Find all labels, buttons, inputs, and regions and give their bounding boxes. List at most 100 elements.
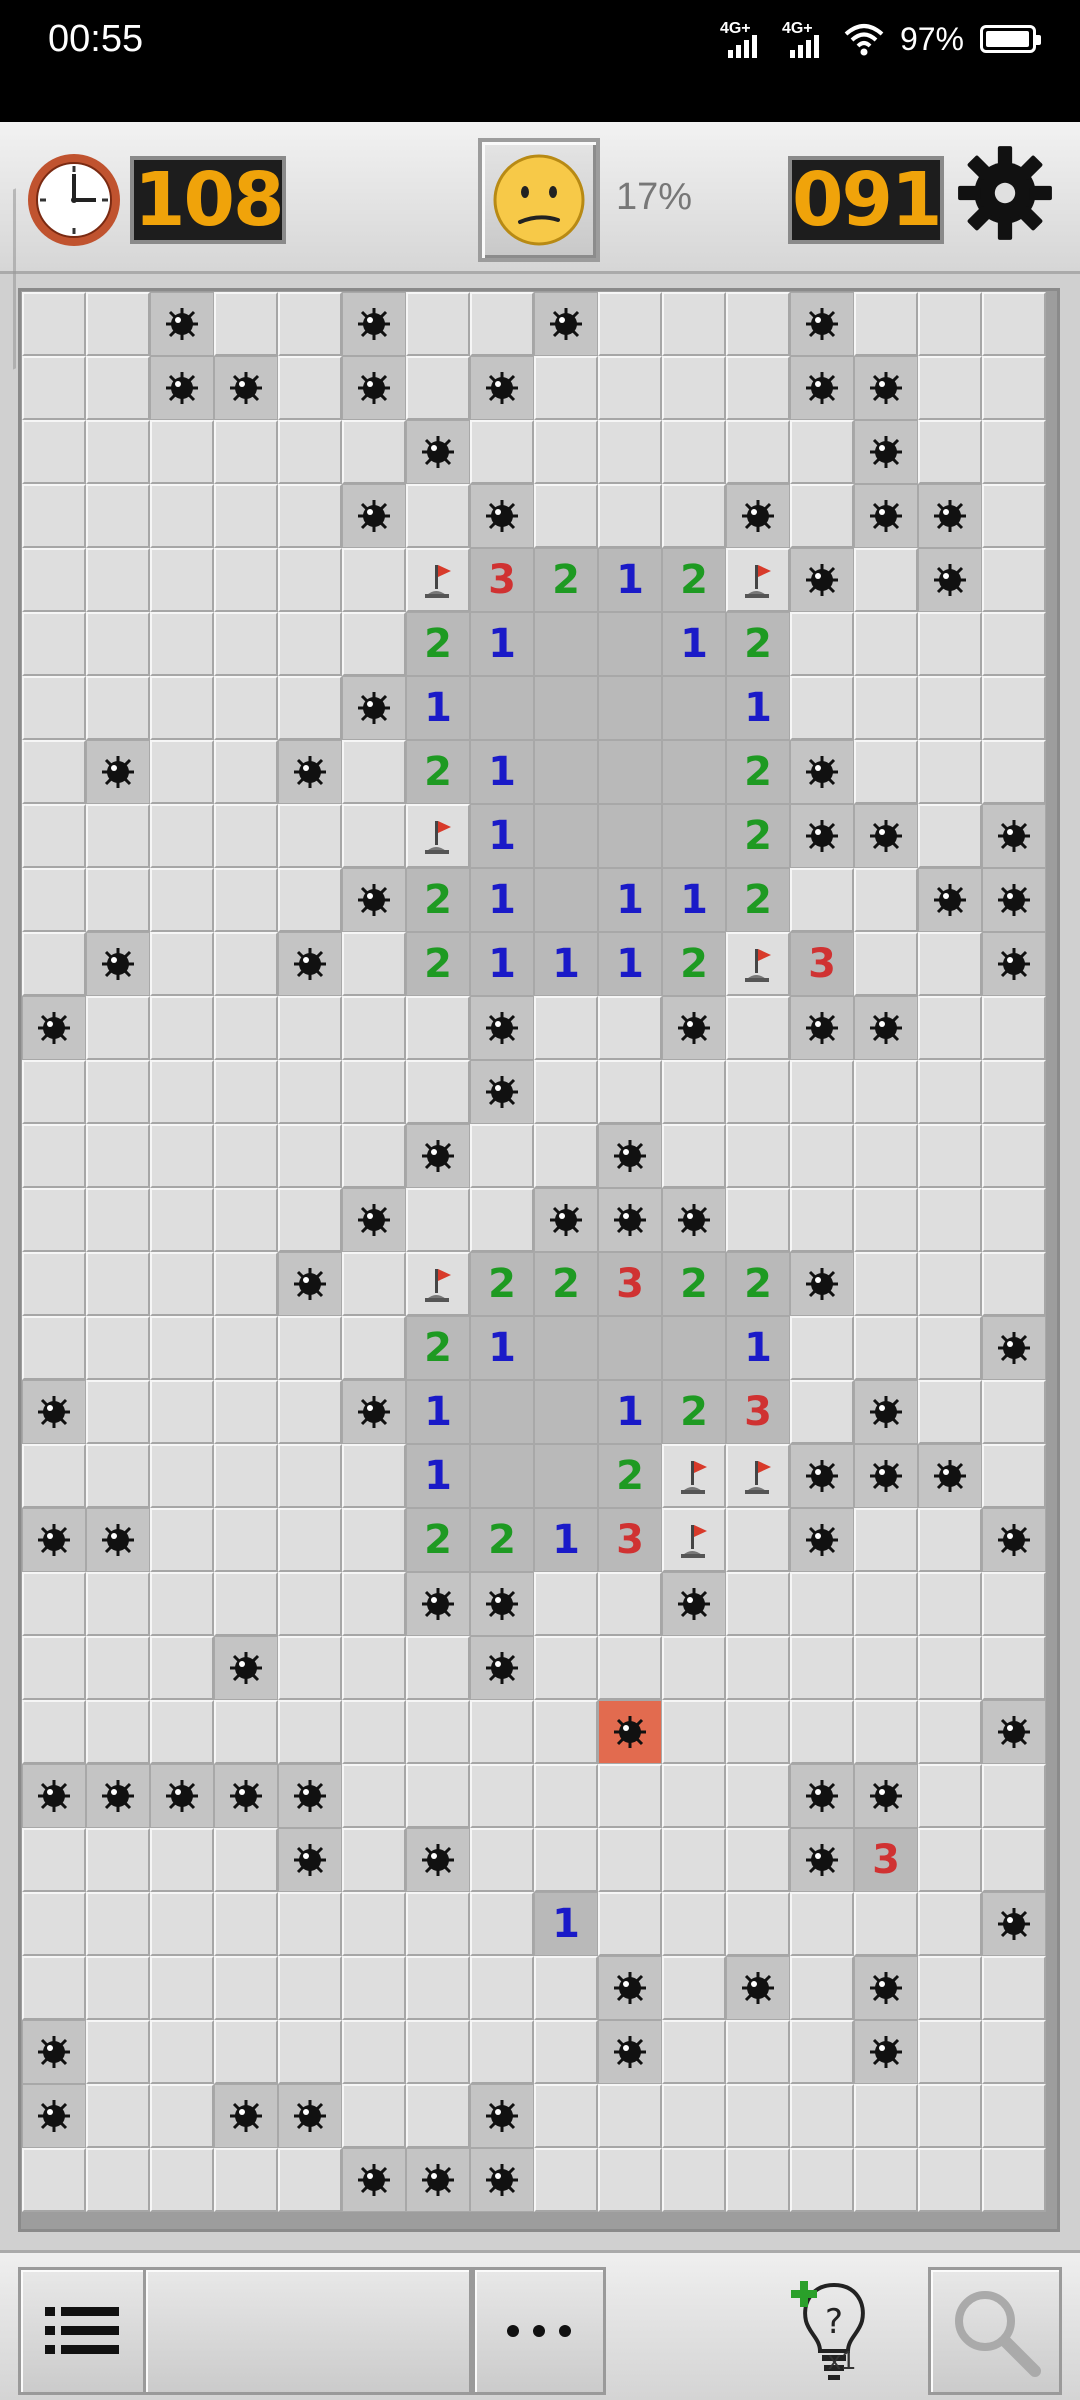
- cell-unopened[interactable]: [598, 1764, 662, 1828]
- cell-unopened[interactable]: [406, 292, 470, 356]
- cell-unopened[interactable]: [406, 1892, 470, 1956]
- cell-unopened[interactable]: [406, 2084, 470, 2148]
- cell-unopened[interactable]: [406, 1188, 470, 1252]
- cell-unopened[interactable]: [278, 420, 342, 484]
- cell-unopened[interactable]: [918, 612, 982, 676]
- cell-unopened[interactable]: [982, 1636, 1046, 1700]
- cell-unopened[interactable]: [86, 1892, 150, 1956]
- cell-flag[interactable]: [726, 548, 790, 612]
- cell-unopened[interactable]: [534, 1956, 598, 2020]
- cell-unopened[interactable]: [534, 1764, 598, 1828]
- cell-unopened[interactable]: [790, 2020, 854, 2084]
- cell-unopened[interactable]: [22, 676, 86, 740]
- cell-unopened[interactable]: [342, 1636, 406, 1700]
- cell-unopened[interactable]: [86, 868, 150, 932]
- cell-unopened[interactable]: [854, 676, 918, 740]
- cell-unopened[interactable]: [406, 1956, 470, 2020]
- cell-unopened[interactable]: [854, 548, 918, 612]
- cell-unopened[interactable]: [22, 356, 86, 420]
- cell-unopened[interactable]: [662, 1956, 726, 2020]
- cell-unopened[interactable]: [22, 1892, 86, 1956]
- cell-unopened[interactable]: [918, 356, 982, 420]
- cell-unopened[interactable]: [214, 612, 278, 676]
- cell-unopened[interactable]: [982, 1060, 1046, 1124]
- cell-unopened[interactable]: [854, 292, 918, 356]
- cell-unopened[interactable]: [470, 420, 534, 484]
- face-button[interactable]: [478, 138, 600, 262]
- cell-unopened[interactable]: [214, 1700, 278, 1764]
- cell-unopened[interactable]: [150, 1700, 214, 1764]
- cell-unopened[interactable]: [726, 1636, 790, 1700]
- cell-unopened[interactable]: [854, 1892, 918, 1956]
- cell-unopened[interactable]: [854, 612, 918, 676]
- cell-unopened[interactable]: [342, 1124, 406, 1188]
- cell-unopened[interactable]: [22, 1252, 86, 1316]
- menu-button[interactable]: [18, 2267, 146, 2395]
- search-button[interactable]: [928, 2267, 1062, 2395]
- cell-unopened[interactable]: [278, 2020, 342, 2084]
- cell-unopened[interactable]: [790, 1700, 854, 1764]
- cell-unopened[interactable]: [470, 1124, 534, 1188]
- cell-unopened[interactable]: [278, 356, 342, 420]
- cell-unopened[interactable]: [598, 356, 662, 420]
- cell-unopened[interactable]: [342, 612, 406, 676]
- cell-unopened[interactable]: [22, 1316, 86, 1380]
- cell-unopened[interactable]: [598, 484, 662, 548]
- cell-unopened[interactable]: [214, 2148, 278, 2212]
- cell-unopened[interactable]: [662, 292, 726, 356]
- cell-unopened[interactable]: [342, 1956, 406, 2020]
- cell-unopened[interactable]: [790, 1060, 854, 1124]
- cell-unopened[interactable]: [790, 676, 854, 740]
- cell-unopened[interactable]: [150, 1828, 214, 1892]
- cell-unopened[interactable]: [854, 1508, 918, 1572]
- cell-unopened[interactable]: [982, 676, 1046, 740]
- cell-unopened[interactable]: [854, 1060, 918, 1124]
- cell-unopened[interactable]: [790, 1956, 854, 2020]
- cell-unopened[interactable]: [982, 2084, 1046, 2148]
- cell-unopened[interactable]: [86, 1572, 150, 1636]
- cell-unopened[interactable]: [534, 420, 598, 484]
- cell-unopened[interactable]: [470, 1188, 534, 1252]
- cell-flag[interactable]: [662, 1444, 726, 1508]
- cell-unopened[interactable]: [470, 292, 534, 356]
- cell-unopened[interactable]: [342, 1060, 406, 1124]
- cell-unopened[interactable]: [854, 1700, 918, 1764]
- cell-unopened[interactable]: [918, 1188, 982, 1252]
- cell-unopened[interactable]: [86, 292, 150, 356]
- cell-unopened[interactable]: [726, 1764, 790, 1828]
- cell-unopened[interactable]: [86, 1956, 150, 2020]
- cell-unopened[interactable]: [342, 2084, 406, 2148]
- cell-unopened[interactable]: [662, 2020, 726, 2084]
- cell-unopened[interactable]: [726, 420, 790, 484]
- cell-unopened[interactable]: [86, 548, 150, 612]
- cell-unopened[interactable]: [278, 1636, 342, 1700]
- cell-unopened[interactable]: [278, 484, 342, 548]
- cell-unopened[interactable]: [982, 1188, 1046, 1252]
- cell-unopened[interactable]: [214, 2020, 278, 2084]
- cell-unopened[interactable]: [86, 356, 150, 420]
- cell-unopened[interactable]: [662, 1060, 726, 1124]
- cell-unopened[interactable]: [22, 420, 86, 484]
- cell-unopened[interactable]: [854, 868, 918, 932]
- cell-unopened[interactable]: [278, 1508, 342, 1572]
- cell-unopened[interactable]: [406, 1060, 470, 1124]
- cell-unopened[interactable]: [214, 996, 278, 1060]
- cell-unopened[interactable]: [278, 868, 342, 932]
- cell-unopened[interactable]: [534, 1636, 598, 1700]
- cell-unopened[interactable]: [982, 612, 1046, 676]
- cell-unopened[interactable]: [22, 740, 86, 804]
- cell-unopened[interactable]: [982, 1252, 1046, 1316]
- cell-unopened[interactable]: [150, 932, 214, 996]
- cell-unopened[interactable]: [918, 740, 982, 804]
- cell-unopened[interactable]: [854, 1636, 918, 1700]
- cell-unopened[interactable]: [342, 548, 406, 612]
- cell-unopened[interactable]: [278, 676, 342, 740]
- cell-unopened[interactable]: [982, 484, 1046, 548]
- cell-unopened[interactable]: [86, 420, 150, 484]
- cell-unopened[interactable]: [22, 1828, 86, 1892]
- cell-unopened[interactable]: [214, 548, 278, 612]
- cell-unopened[interactable]: [982, 1380, 1046, 1444]
- cell-unopened[interactable]: [982, 1956, 1046, 2020]
- cell-unopened[interactable]: [22, 2148, 86, 2212]
- cell-unopened[interactable]: [918, 1700, 982, 1764]
